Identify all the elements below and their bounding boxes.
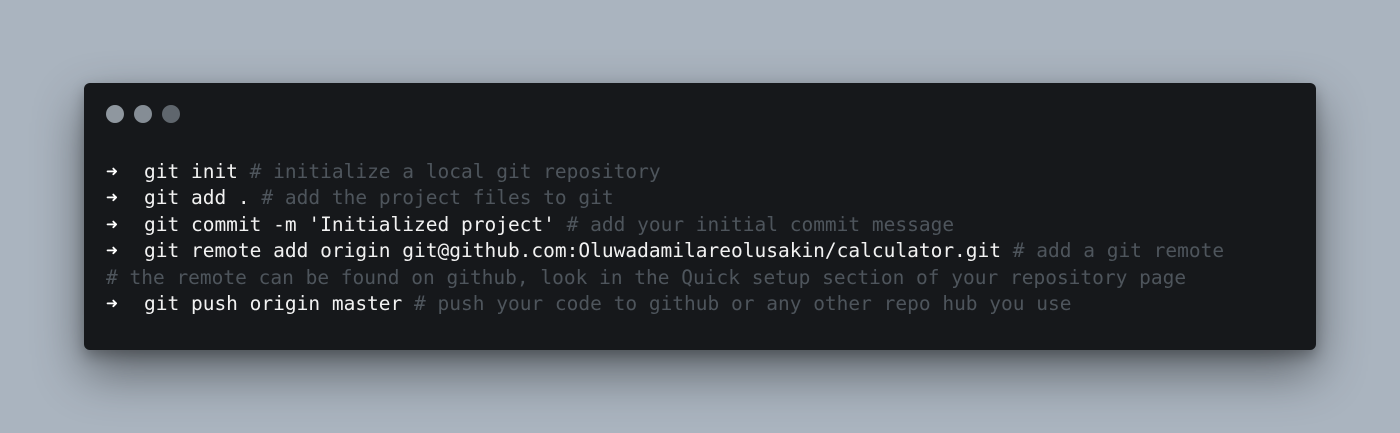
comment-text: # add the project files to git — [261, 186, 614, 210]
terminal-line: ➜ git add . # add the project files to gi… — [106, 185, 1306, 211]
terminal-output: ➜ git init # initialize a local git repos… — [106, 159, 1306, 317]
terminal-line: ➜ git push origin master # push your code… — [106, 291, 1306, 317]
comment-text: # add your initial commit message — [566, 212, 955, 236]
comment-text: # the remote can be found on github, loo… — [106, 265, 1187, 289]
prompt-arrow-icon: ➜ — [106, 212, 118, 236]
prompt-arrow-icon: ➜ — [106, 160, 118, 183]
comment-text: # push your code to github or any other … — [414, 291, 1072, 315]
comment-text: # initialize a local git repository — [249, 160, 661, 183]
command-text: git init — [144, 160, 238, 183]
command-text: git remote add origin git@github.com:Olu… — [144, 239, 1002, 263]
terminal-comment-line: # the remote can be found on github, loo… — [106, 265, 1306, 291]
terminal-line: ➜ git commit -m 'Initialized project' # a… — [106, 212, 1306, 238]
command-text: git commit -m 'Initialized project' — [144, 212, 555, 236]
prompt-arrow-icon: ➜ — [106, 186, 118, 210]
command-text: git add . — [144, 186, 250, 210]
command-text: git push origin master — [144, 291, 403, 315]
maximize-window-button[interactable] — [162, 105, 180, 123]
comment-text: # add a git remote — [1012, 239, 1225, 263]
prompt-arrow-icon: ➜ — [106, 291, 118, 315]
terminal-window: ➜ git init # initialize a local git repos… — [84, 83, 1316, 350]
terminal-line: ➜ git remote add origin git@github.com:Ol… — [106, 238, 1306, 264]
window-controls — [106, 105, 180, 123]
close-window-button[interactable] — [106, 105, 124, 123]
prompt-arrow-icon: ➜ — [106, 239, 118, 263]
minimize-window-button[interactable] — [134, 105, 152, 123]
terminal-line: ➜ git init # initialize a local git repos… — [106, 159, 1306, 185]
